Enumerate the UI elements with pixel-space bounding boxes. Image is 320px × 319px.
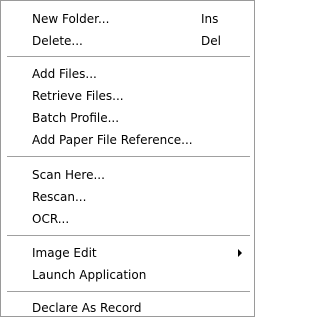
menu-separator (7, 156, 250, 158)
menu-item-label: Image Edit (32, 246, 97, 260)
menu-item-scan-here[interactable]: Scan Here... (1, 164, 254, 186)
menu-item-label: Add Paper File Reference... (32, 133, 193, 147)
menu-item-declare-as-record[interactable]: Declare As Record (1, 297, 254, 319)
menu-item-shortcut: Del (201, 34, 221, 48)
menu-item-add-files[interactable]: Add Files... (1, 63, 254, 85)
context-menu: New Folder... Ins Delete... Del Add File… (0, 0, 255, 317)
menu-item-add-paper-file-reference[interactable]: Add Paper File Reference... (1, 129, 254, 151)
menu-item-label: New Folder... (32, 12, 110, 26)
menu-item-label: Declare As Record (32, 301, 142, 315)
submenu-arrow-icon (238, 249, 242, 257)
menu-item-label: Launch Application (32, 268, 147, 282)
menu-item-label: Retrieve Files... (32, 89, 124, 103)
menu-item-launch-application[interactable]: Launch Application (1, 264, 254, 286)
menu-item-batch-profile[interactable]: Batch Profile... (1, 107, 254, 129)
menu-item-label: Batch Profile... (32, 111, 120, 125)
menu-separator (7, 56, 250, 58)
menu-separator (7, 235, 250, 237)
menu-item-new-folder[interactable]: New Folder... Ins (1, 8, 254, 30)
menu-item-label: Delete... (32, 34, 83, 48)
menu-separator (7, 291, 250, 293)
menu-item-image-edit[interactable]: Image Edit (1, 242, 254, 264)
menu-item-rescan[interactable]: Rescan... (1, 186, 254, 208)
menu-item-retrieve-files[interactable]: Retrieve Files... (1, 85, 254, 107)
menu-item-label: OCR... (32, 212, 70, 226)
menu-item-shortcut: Ins (201, 12, 219, 26)
menu-item-ocr[interactable]: OCR... (1, 208, 254, 230)
menu-item-label: Add Files... (32, 67, 97, 81)
menu-item-label: Rescan... (32, 190, 87, 204)
menu-item-label: Scan Here... (32, 168, 105, 182)
menu-item-delete[interactable]: Delete... Del (1, 30, 254, 52)
